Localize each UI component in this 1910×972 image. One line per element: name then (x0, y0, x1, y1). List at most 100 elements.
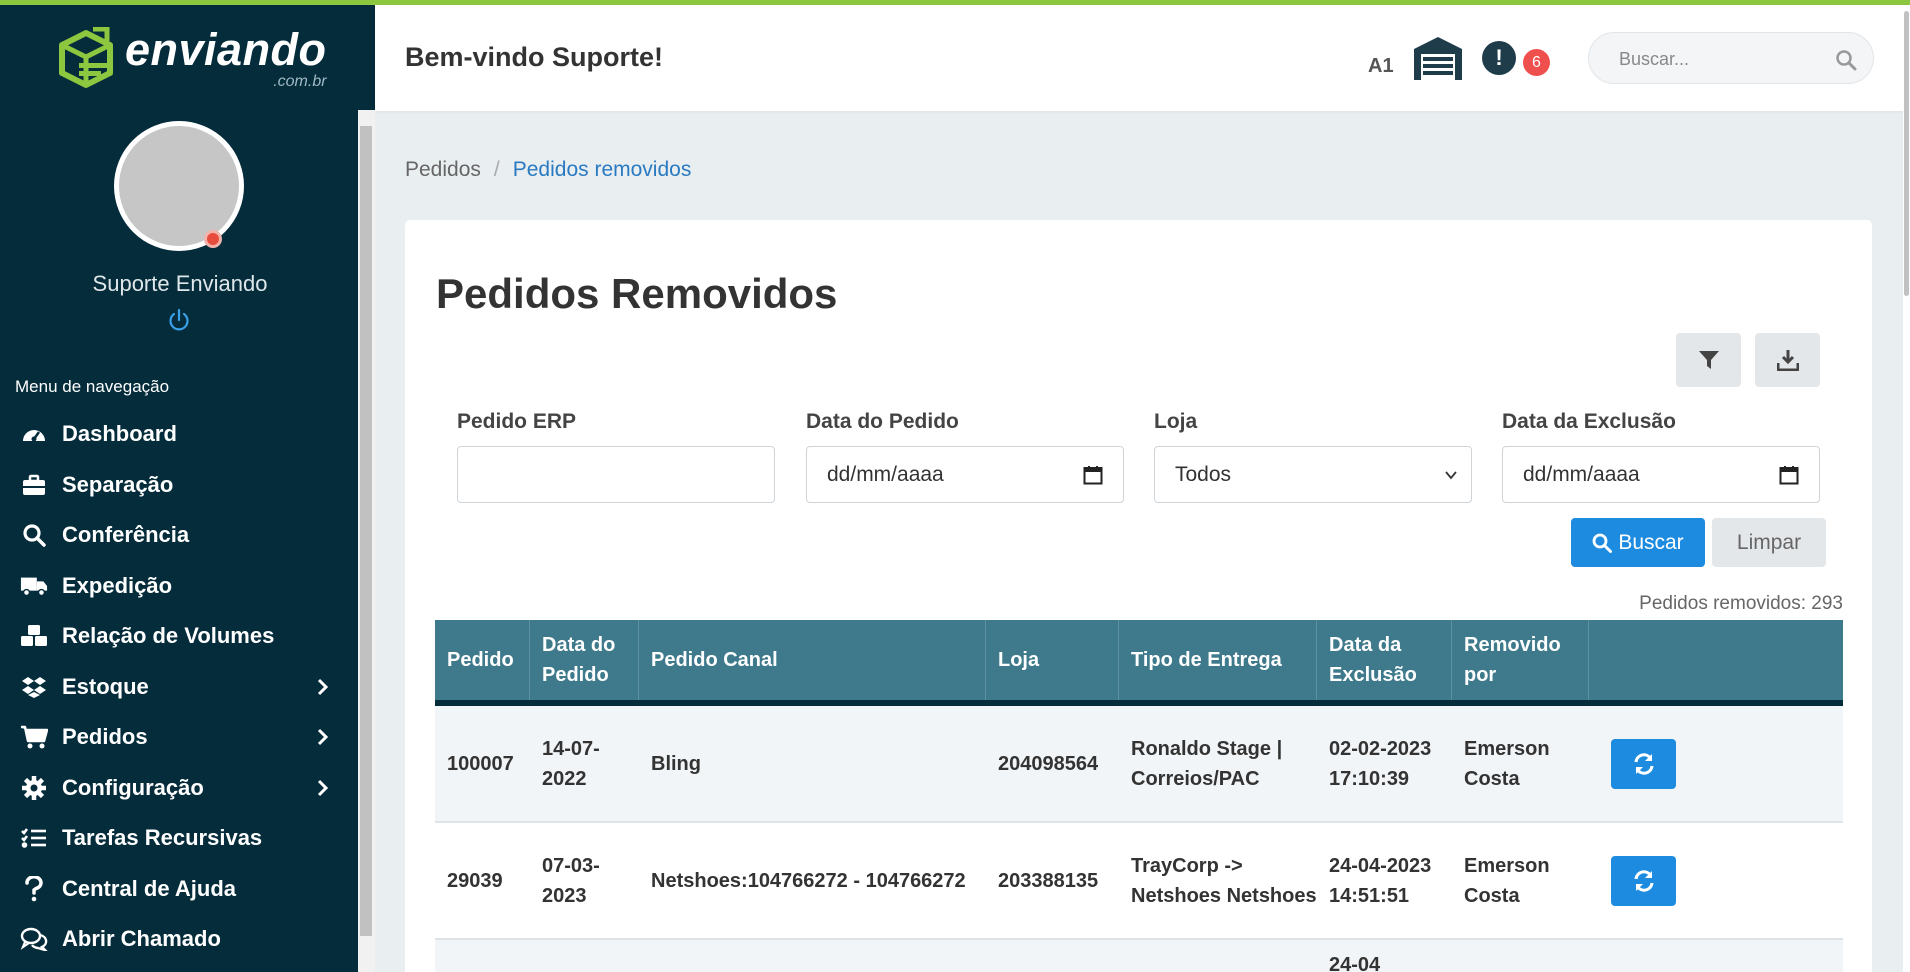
cell-actions (1589, 823, 1843, 938)
truck-icon (20, 572, 48, 600)
sidebar-item-label: Pedidos (62, 724, 148, 750)
brand-logo[interactable]: enviando .com.br (55, 27, 327, 93)
cell-loja: 203388135 (998, 869, 1099, 892)
sidebar-scrollbar[interactable] (358, 110, 375, 972)
search-box (1588, 32, 1874, 84)
brand-name: enviando (125, 24, 327, 75)
sidebar-item-pedidos[interactable]: Pedidos (0, 712, 360, 763)
sidebar-item-abrir-chamado[interactable]: Abrir Chamado (0, 914, 360, 965)
data-exclusao-input[interactable]: dd/mm/aaaa (1502, 446, 1820, 503)
calendar-icon[interactable] (1779, 465, 1799, 485)
sidebar-item-configuracao[interactable]: Configuração (0, 763, 360, 814)
cell-data-pedido: 14-07-2022 (542, 737, 600, 790)
sidebar-item-central-ajuda[interactable]: Central de Ajuda (0, 864, 360, 915)
sidebar-item-expedicao[interactable]: Expedição (0, 561, 360, 612)
table-row: 24-04 (435, 940, 1843, 972)
cell-data-pedido: 07-03-2023 (542, 854, 600, 907)
notification-badge[interactable]: 6 (1523, 49, 1550, 76)
cell-pedido-canal: Bling (651, 752, 701, 775)
sidebar-scroll-thumb[interactable] (360, 126, 372, 936)
sidebar-item-label: Dashboard (62, 421, 177, 447)
cell-loja: 204098564 (998, 752, 1099, 775)
orders-table: Pedido Data do Pedido Pedido Canal Loja … (435, 620, 1843, 972)
sidebar-item-label: Abrir Chamado (62, 926, 221, 952)
sidebar-item-tarefas-recursivas[interactable]: Tarefas Recursivas (0, 813, 360, 864)
gear-icon (20, 774, 48, 802)
sidebar-item-dashboard[interactable]: Dashboard (0, 409, 360, 460)
column-header[interactable]: Tipo de Entrega (1119, 620, 1317, 700)
filter-button[interactable] (1676, 333, 1741, 387)
sidebar-item-label: Separação (62, 471, 174, 497)
sidebar-item-conferencia[interactable]: Conferência (0, 510, 360, 561)
sidebar: enviando .com.br Suporte Enviando Menu d… (0, 5, 375, 972)
sidebar-item-label: Configuração (62, 774, 204, 800)
cell-pedido-canal: Netshoes:104766272 - 104766272 (651, 869, 966, 892)
user-name: Suporte Enviando (92, 271, 268, 296)
table-row: 29039 07-03-2023 Netshoes:104766272 - 10… (435, 823, 1843, 940)
page-scroll-thumb[interactable] (1904, 11, 1909, 296)
filter-icon (1698, 351, 1719, 369)
refresh-icon (1634, 869, 1653, 892)
cell-data-exclusao: 24-04 (1329, 954, 1381, 972)
cell-data-exclusao: 24-04-2023 14:51:51 (1329, 854, 1432, 907)
sidebar-item-label: Expedição (62, 572, 173, 598)
sidebar-item-relacao-volumes[interactable]: Relação de Volumes (0, 611, 360, 662)
cell-tipo-entrega: Ronaldo Stage | Correios/PAC (1131, 737, 1283, 790)
pedido-erp-input[interactable] (457, 446, 775, 503)
top-header: Bem-vindo Suporte! A1 ! 6 (375, 5, 1910, 111)
warehouse-code: A1 (1368, 55, 1394, 77)
cart-icon (20, 723, 48, 751)
data-pedido-input[interactable]: dd/mm/aaaa (806, 446, 1124, 503)
brand-domain: .com.br (273, 73, 327, 90)
column-header[interactable]: Pedido (435, 620, 530, 700)
restore-button[interactable] (1611, 738, 1676, 789)
calendar-icon[interactable] (1083, 465, 1103, 485)
avatar[interactable] (114, 121, 244, 251)
sidebar-item-label: Tarefas Recursivas (62, 825, 263, 851)
search-button-label: Buscar (1618, 530, 1684, 554)
loja-select[interactable]: Todos (1154, 446, 1472, 503)
page-scrollbar[interactable] (1903, 5, 1910, 972)
column-header[interactable]: Loja (986, 620, 1119, 700)
download-icon (1776, 350, 1799, 371)
power-icon[interactable] (166, 307, 192, 333)
cell-pedido: 29039 (447, 869, 503, 892)
search-button[interactable]: Buscar (1571, 518, 1705, 567)
clear-button[interactable]: Limpar (1712, 518, 1826, 567)
sidebar-item-label: Estoque (62, 673, 149, 699)
breadcrumb-current: Pedidos removidos (512, 158, 692, 181)
table-row: 100007 14-07-2022 Bling 204098564 Ronald… (435, 706, 1843, 823)
breadcrumb-pedidos[interactable]: Pedidos (405, 158, 481, 182)
welcome-message: Bem-vindo Suporte! (405, 42, 664, 72)
column-header[interactable]: Pedido Canal (639, 620, 986, 700)
warehouse-icon[interactable] (1412, 35, 1464, 81)
table-header: Pedido Data do Pedido Pedido Canal Loja … (435, 620, 1843, 706)
restore-button[interactable] (1611, 855, 1676, 906)
menu-title: Menu de navegação (15, 377, 170, 396)
column-header[interactable]: Data da Exclusão (1317, 620, 1452, 700)
search-input[interactable] (1619, 45, 1819, 73)
column-header[interactable]: Removido por (1452, 620, 1589, 700)
loja-label: Loja (1154, 410, 1198, 433)
refresh-icon (1634, 752, 1653, 775)
cell-data-exclusao: 02-02-2023 17:10:39 (1329, 737, 1432, 790)
cell-actions (1589, 706, 1843, 821)
page-title: Pedidos Removidos (436, 270, 838, 317)
download-button[interactable] (1755, 333, 1820, 387)
nav-menu: Dashboard Separação Conferência Expediçã… (0, 409, 360, 965)
sidebar-item-estoque[interactable]: Estoque (0, 662, 360, 713)
data-exclusao-label: Data da Exclusão (1502, 410, 1676, 433)
search-icon[interactable] (1835, 49, 1857, 71)
breadcrumb: Pedidos / Pedidos removidos (405, 158, 691, 182)
search-icon (1592, 533, 1613, 553)
chevron-right-icon (317, 678, 328, 695)
question-icon (20, 875, 48, 903)
breadcrumb-separator: / (493, 158, 500, 181)
dropbox-icon (20, 673, 48, 701)
column-header[interactable]: Data do Pedido (530, 620, 639, 700)
removed-count: Pedidos removidos: 293 (1639, 593, 1843, 614)
alert-icon[interactable]: ! (1482, 41, 1516, 75)
sidebar-item-separacao[interactable]: Separação (0, 460, 360, 511)
boxes-icon (20, 622, 48, 650)
data-pedido-placeholder: dd/mm/aaaa (827, 462, 944, 486)
